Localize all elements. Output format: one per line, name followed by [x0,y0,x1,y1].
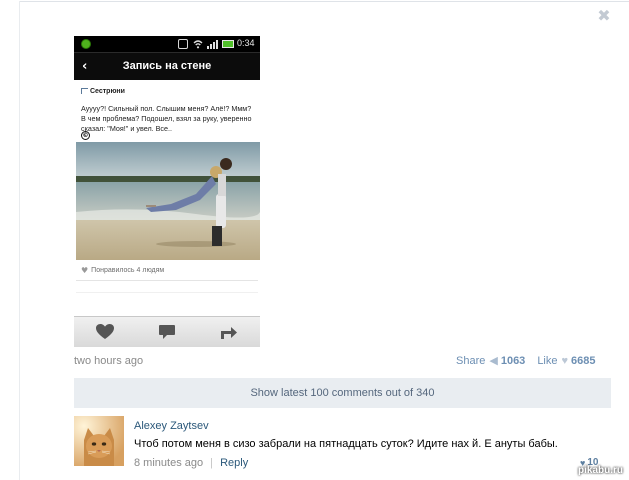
phone-status-bar: 0:34 [74,36,260,52]
likes-text: Понравилось 4 людям [91,267,165,274]
heart-icon: ♥ [81,266,89,275]
comment-text: Чтоб потом меня в сизо забрали на пятнад… [134,438,558,450]
signal-icon [207,39,219,49]
post-photo[interactable] [76,142,260,260]
heart-icon[interactable]: ♥ [562,355,569,367]
top-border [19,1,629,2]
alarm-icon [178,39,188,49]
copyright-icon: © [81,131,90,140]
watermark: pikabu.ru [578,465,624,476]
phone-divider [76,292,258,293]
likes-row[interactable]: ♥ Понравилось 4 людям [81,266,164,275]
share-like-group: Share ◀ 1063 Like ♥ 6685 [456,354,596,368]
phone-app-bar: ‹ Запись на стене [74,52,260,80]
avatar[interactable] [74,416,124,466]
post-time[interactable]: two hours ago [74,355,143,367]
post-group[interactable]: Сестрюни [81,86,125,96]
phone-divider [76,280,258,281]
reply-button[interactable]: Reply [220,457,248,469]
comment-author[interactable]: Alexey Zaytsev [134,420,209,432]
comment-icon[interactable] [157,323,177,341]
group-name: Сестрюни [90,87,125,95]
share-button[interactable]: Share [456,355,485,367]
separator: | [210,457,214,469]
group-icon [81,88,88,94]
phone-action-bar [74,316,260,347]
like-count: 6685 [571,354,596,367]
wall-post-page: ✖ 0:34 ‹ Запись на стене Сестрюни Ауууу?… [0,0,629,480]
left-border [19,1,20,480]
wifi-icon [193,39,203,49]
comment-time[interactable]: 8 minutes ago [134,457,203,469]
close-icon[interactable]: ✖ [597,8,611,24]
phone-app-bar-title: Запись на стене [122,60,212,72]
post-text: Ауууу?! Сильный пол. Слышим меня? Алё!? … [81,104,252,133]
share-icon[interactable] [218,323,238,341]
show-comments-button[interactable]: Show latest 100 comments out of 340 [74,378,611,408]
like-heart-icon[interactable] [95,323,115,341]
app-notification-icon [81,39,91,49]
comment-meta: 8 minutes ago | Reply [134,457,248,469]
megaphone-icon[interactable]: ◀ [489,354,497,367]
share-count: 1063 [500,354,526,367]
battery-icon [222,40,234,48]
like-button[interactable]: Like [537,355,557,367]
attached-phone-screenshot[interactable]: 0:34 ‹ Запись на стене Сестрюни Ауууу?! … [74,36,260,347]
status-time: 0:34 [237,38,255,48]
